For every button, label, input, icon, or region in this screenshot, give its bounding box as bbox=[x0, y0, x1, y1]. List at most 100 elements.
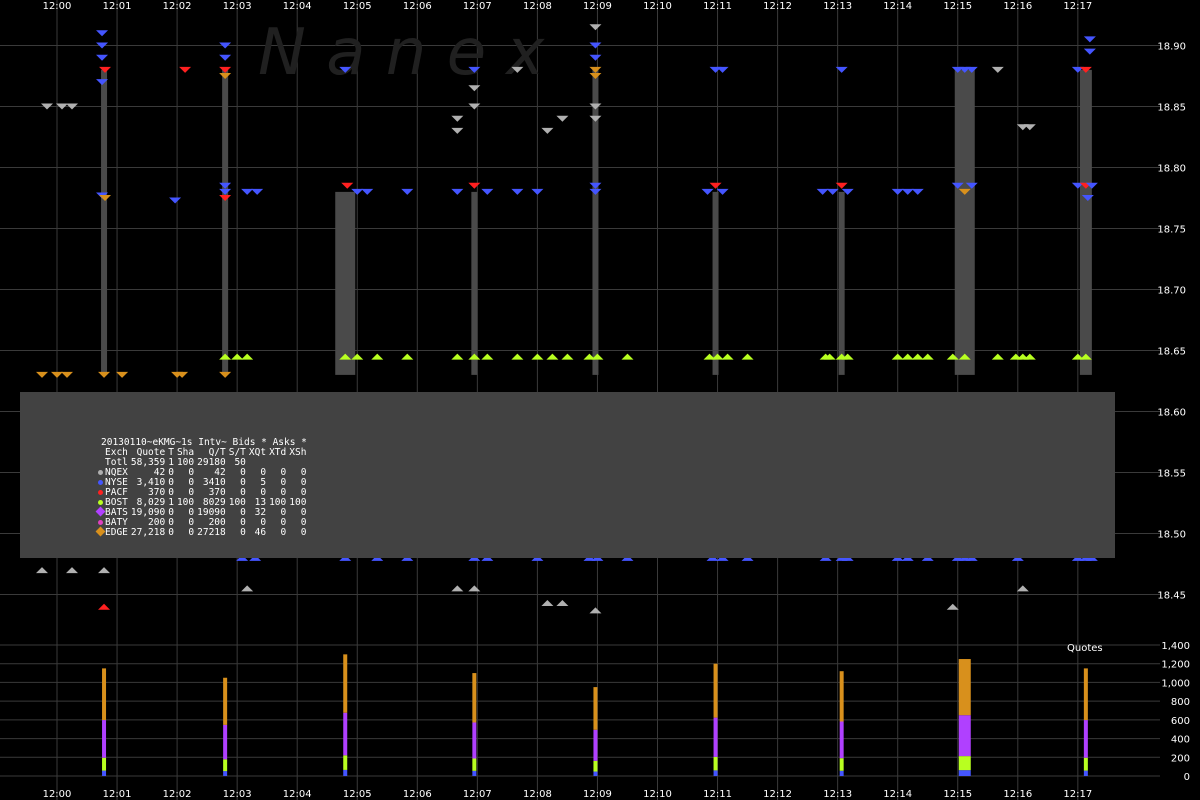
legend-swatch bbox=[95, 468, 105, 478]
quotes-tick-label: 0 bbox=[1184, 772, 1190, 783]
stats-cell: 0 bbox=[280, 507, 287, 518]
stats-cell: 5 bbox=[260, 477, 267, 488]
quotes-tick-label: 1,000 bbox=[1161, 678, 1190, 689]
stats-cell: 0 bbox=[188, 517, 195, 528]
bid-mark-bost bbox=[561, 353, 574, 360]
ask-mark-pacf bbox=[179, 66, 192, 73]
y-tick-label: 18.75 bbox=[1157, 225, 1186, 236]
quotes-tick-label: 400 bbox=[1171, 735, 1190, 746]
bid-mark-bost bbox=[901, 353, 914, 360]
ask-mark-pacf bbox=[99, 66, 112, 73]
quotes-bar bbox=[593, 771, 598, 776]
y-tick-label: 18.90 bbox=[1157, 42, 1186, 53]
x-tick-label-top: 12:05 bbox=[343, 1, 372, 12]
spread-bar bbox=[222, 69, 229, 375]
ask-mark-nqex bbox=[991, 66, 1004, 73]
legend-swatch-bats bbox=[95, 506, 105, 517]
quotes-bar bbox=[472, 722, 477, 759]
legend-swatch bbox=[95, 448, 105, 458]
ask-mark-nyse bbox=[241, 188, 254, 195]
ask-mark-nyse bbox=[511, 188, 524, 195]
x-tick-label-top: 12:03 bbox=[223, 1, 252, 12]
quotes-bar bbox=[958, 659, 971, 716]
bid-mark-bost bbox=[511, 353, 524, 360]
ask-mark-nyse bbox=[169, 197, 182, 204]
bid-mark-bost bbox=[241, 353, 254, 360]
ask-mark-pacf bbox=[709, 182, 722, 189]
watermark: N a n e x bbox=[258, 16, 545, 90]
ask-mark-pacf bbox=[468, 182, 481, 189]
ask-mark-nyse bbox=[589, 188, 602, 195]
stats-cell bbox=[289, 458, 309, 468]
ask-mark-edge bbox=[116, 371, 129, 378]
quotes-bar bbox=[593, 760, 598, 772]
bid-mark-bost bbox=[451, 353, 464, 360]
stats-cell bbox=[249, 458, 269, 468]
x-tick-label-top: 12:06 bbox=[403, 1, 432, 12]
x-tick-label-bottom: 12:08 bbox=[523, 789, 552, 800]
quotes-bar bbox=[102, 668, 107, 721]
ask-mark-nyse bbox=[1083, 48, 1096, 55]
quotes-bar bbox=[472, 673, 477, 723]
bid-mark-bost bbox=[911, 353, 924, 360]
ask-mark-nyse bbox=[401, 188, 414, 195]
bid-mark-bost bbox=[531, 353, 544, 360]
stats-cell: 27218 bbox=[197, 527, 226, 538]
legend-swatch-nyse bbox=[97, 480, 103, 485]
bid-mark-bost bbox=[891, 353, 904, 360]
legend-swatch-bost bbox=[97, 500, 103, 505]
quotes-bar bbox=[1083, 770, 1088, 776]
x-tick-label-top: 12:13 bbox=[823, 1, 852, 12]
stats-cell: XQt bbox=[248, 447, 267, 458]
ask-mark-edge bbox=[98, 371, 111, 378]
bid-mark-bost bbox=[231, 353, 244, 360]
ask-mark-nyse bbox=[826, 188, 839, 195]
x-tick-label-bottom: 12:02 bbox=[163, 789, 192, 800]
spread-bar bbox=[101, 69, 108, 375]
quotes-bar bbox=[839, 671, 844, 722]
y-tick-label: 18.70 bbox=[1157, 286, 1186, 297]
ask-mark-edge bbox=[99, 195, 112, 201]
ask-mark-nyse bbox=[96, 54, 109, 61]
y-tick-label: 18.45 bbox=[1157, 591, 1186, 602]
x-tick-label-top: 12:17 bbox=[1063, 1, 1092, 12]
bid-mark-bost bbox=[546, 353, 559, 360]
ask-mark-nyse bbox=[891, 188, 904, 195]
bid-mark-nqex bbox=[66, 567, 79, 574]
ask-mark-nyse bbox=[701, 188, 714, 195]
ask-mark-edge bbox=[61, 371, 74, 378]
spread-bar bbox=[954, 69, 975, 375]
x-tick-label-bottom: 12:14 bbox=[883, 789, 912, 800]
x-tick-label-top: 12:12 bbox=[763, 1, 792, 12]
bid-mark-pacf bbox=[98, 603, 111, 610]
stats-cell: 0 bbox=[240, 527, 246, 538]
ask-mark-edge bbox=[35, 371, 48, 378]
bid-mark-bost bbox=[721, 353, 734, 360]
legend-swatch bbox=[95, 478, 105, 488]
x-tick-label-bottom: 12:10 bbox=[643, 789, 672, 800]
spread-bar bbox=[592, 69, 599, 375]
quotes-tick-label: 200 bbox=[1171, 753, 1190, 764]
x-tick-label-bottom: 12:16 bbox=[1003, 789, 1032, 800]
bid-mark-bost bbox=[401, 353, 414, 360]
spread-bars bbox=[101, 69, 1092, 375]
bid-mark-bost bbox=[741, 353, 754, 360]
quotes-bar bbox=[1083, 720, 1088, 758]
x-tick-label-bottom: 12:17 bbox=[1063, 789, 1092, 800]
ask-mark-nqex bbox=[556, 115, 569, 122]
bid-mark-nqex bbox=[541, 600, 554, 607]
x-tick-label-bottom: 12:15 bbox=[943, 789, 972, 800]
bid-mark-nqex bbox=[451, 585, 464, 592]
stats-cell: 100 bbox=[176, 457, 195, 468]
stats-cell: 0 bbox=[188, 527, 195, 538]
quotes-tick-label: 600 bbox=[1171, 716, 1190, 727]
stats-table: Exch Quote T Sha Q/T S/T XQt XTd XSh Totl 58,359 1 1… bbox=[95, 448, 309, 538]
ask-mark-nyse bbox=[911, 188, 924, 195]
x-tick-label-top: 12:11 bbox=[703, 1, 732, 12]
bid-mark-bost bbox=[371, 353, 384, 360]
stats-cell: 0 bbox=[280, 517, 287, 528]
x-tick-label-bottom: 12:03 bbox=[223, 789, 252, 800]
bid-mark-nqex bbox=[556, 600, 569, 607]
x-tick-label-bottom: 12:13 bbox=[823, 789, 852, 800]
spread-bar bbox=[838, 191, 845, 375]
